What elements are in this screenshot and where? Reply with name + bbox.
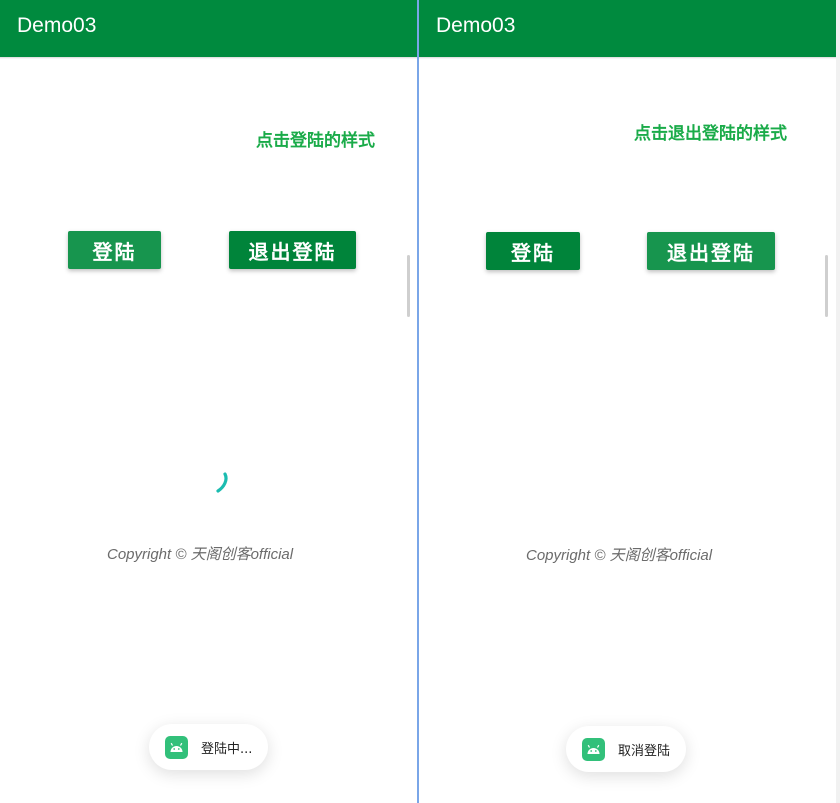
copyright-text: Copyright © 天阁创客official [526,547,713,564]
left-screen: Demo03 点击登陆的样式 登陆 退出登陆 Copyright © 天阁创客o… [0,0,417,803]
app-bar: Demo03 [419,0,836,57]
login-button[interactable]: 登陆 [486,232,580,270]
android-icon [582,737,605,761]
app-title: Demo03 [17,14,97,37]
window-edge [836,0,840,803]
toast-text: 取消登陆 [618,743,671,759]
copyright-text: Copyright © 天阁创客official [107,546,294,563]
toast-text: 登陆中... [201,741,253,757]
app-bar: Demo03 [0,0,417,57]
loading-spinner [216,472,228,493]
right-screen: Demo03 点击退出登陆的样式 登陆 退出登陆 Copyright © 天阁创… [419,0,836,803]
login-button[interactable]: 登陆 [68,231,161,269]
toast-loading: 登陆中... [149,724,269,770]
logout-button[interactable]: 退出登陆 [229,231,356,269]
toast-cancel: 取消登陆 [566,726,687,772]
style-caption: 点击登陆的样式 [256,131,375,151]
scrollbar[interactable] [407,255,410,317]
app-title: Demo03 [436,14,516,37]
style-caption: 点击退出登陆的样式 [634,124,787,144]
scrollbar[interactable] [825,255,828,317]
android-icon [165,735,188,759]
app-bar-shadow [419,57,836,59]
logout-button[interactable]: 退出登陆 [647,232,775,270]
app-bar-shadow [0,57,417,59]
